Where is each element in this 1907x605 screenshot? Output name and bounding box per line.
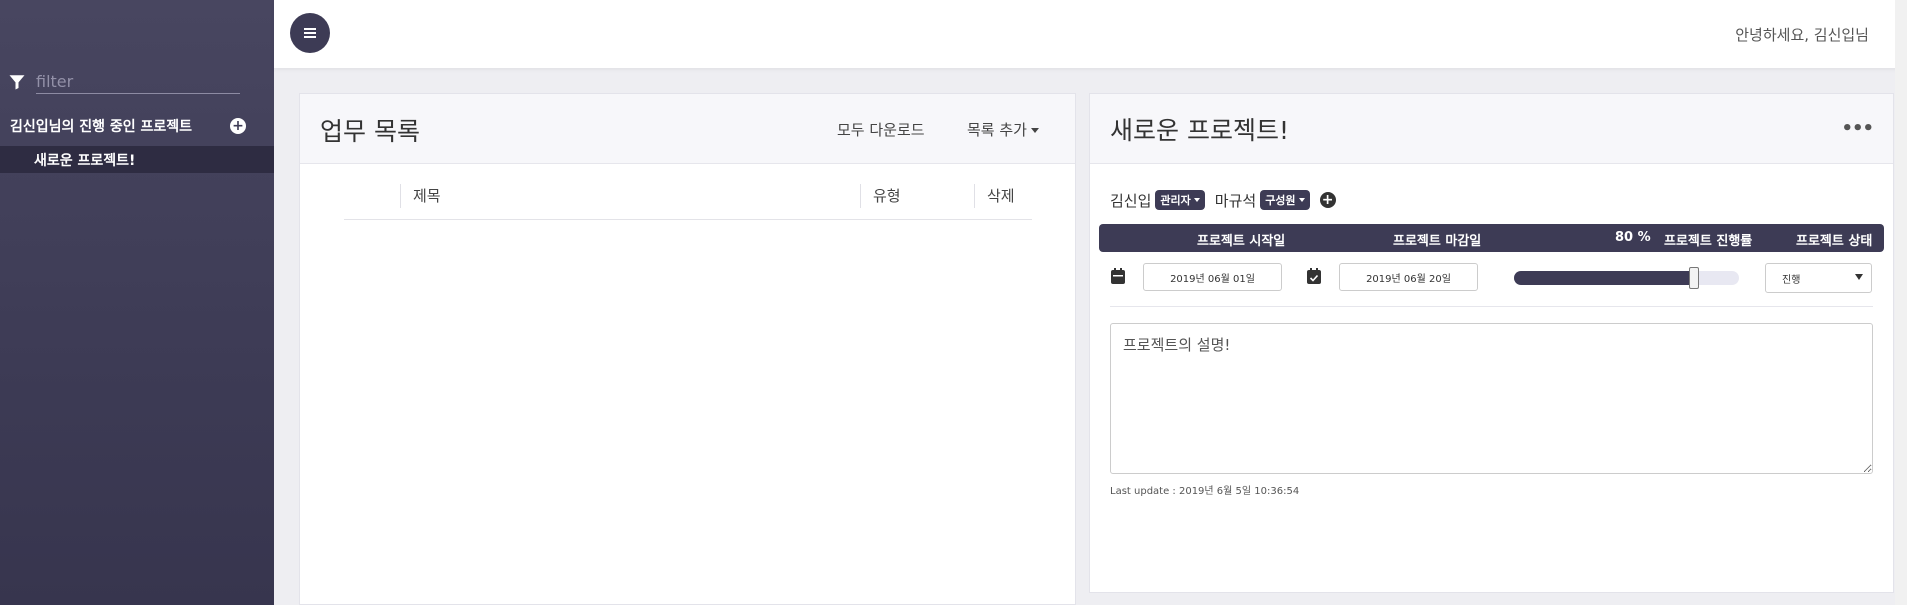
member-name: 마규석 <box>1214 191 1257 210</box>
end-date-header: 프로젝트 마감일 <box>1393 234 1482 249</box>
calendar-check-icon <box>1307 268 1321 284</box>
hamburger-icon <box>304 28 316 38</box>
progress-header: 프로젝트 진행률 <box>1664 234 1753 249</box>
column-header-delete[interactable]: 삭제 <box>974 184 1015 208</box>
member-role-dropdown[interactable]: 관리자 <box>1155 190 1205 210</box>
project-detail-header: 새로운 프로젝트! ••• <box>1090 94 1893 164</box>
download-all-button[interactable]: 모두 다운로드 <box>837 119 925 140</box>
last-update-text: Last update : 2019년 6월 5일 10:36:54 <box>1110 486 1300 497</box>
progress-slider[interactable] <box>1514 267 1739 289</box>
sidebar: 김신입님의 진행 중인 프로젝트 + 새로운 프로젝트! <box>0 0 274 605</box>
member-role-dropdown[interactable]: 구성원 <box>1260 190 1310 210</box>
project-info-row: 진행 <box>1110 260 1885 293</box>
project-section-header: 김신입님의 진행 중인 프로젝트 + <box>10 115 246 137</box>
member-name: 김신입 <box>1110 191 1152 210</box>
task-list-panel: 업무 목록 모두 다운로드 목록 추가 제목 유형 삭제 <box>299 93 1076 605</box>
filter-icon <box>9 75 25 90</box>
column-header-type[interactable]: 유형 <box>860 184 901 208</box>
more-horizontal-icon[interactable]: ••• <box>1841 118 1874 139</box>
project-info-header-bar: 프로젝트 시작일 프로젝트 마감일 80 % 프로젝트 진행률 프로젝트 상태 <box>1099 224 1884 252</box>
start-date-header: 프로젝트 시작일 <box>1197 234 1286 249</box>
project-section-title: 김신입님의 진행 중인 프로젝트 <box>10 119 193 135</box>
filter-input[interactable] <box>36 70 240 94</box>
start-date-input[interactable] <box>1143 263 1282 291</box>
task-list-title: 업무 목록 <box>320 117 420 146</box>
project-title: 새로운 프로젝트! <box>1110 116 1289 145</box>
sidebar-project-item[interactable]: 새로운 프로젝트! <box>0 146 274 173</box>
progress-value-header: 80 % <box>1615 230 1651 245</box>
progress-slider-handle[interactable] <box>1689 267 1699 289</box>
topbar: 안녕하세요, 김신입님 <box>274 0 1907 68</box>
page-scrollbar[interactable] <box>1895 0 1907 605</box>
role-label: 구성원 <box>1265 194 1296 207</box>
add-list-dropdown[interactable]: 목록 추가 <box>967 119 1039 140</box>
end-date-input[interactable] <box>1339 263 1478 291</box>
divider <box>1110 306 1873 307</box>
status-header: 프로젝트 상태 <box>1796 234 1873 249</box>
chevron-down-icon <box>1855 274 1863 280</box>
member-list: 김신입 관리자 마규석 구성원 + <box>1110 189 1336 211</box>
filter-row <box>8 70 240 94</box>
column-header-title[interactable]: 제목 <box>400 184 441 208</box>
chevron-down-icon <box>1030 128 1039 133</box>
add-member-icon[interactable]: + <box>1319 192 1336 208</box>
calendar-icon <box>1111 268 1125 284</box>
status-select[interactable]: 진행 <box>1765 263 1872 293</box>
add-list-label: 목록 추가 <box>967 121 1027 139</box>
project-detail-panel: 새로운 프로젝트! ••• 김신입 관리자 마규석 구성원 + 프로젝트 시작일… <box>1089 93 1894 593</box>
user-greeting: 안녕하세요, 김신입님 <box>1735 26 1869 44</box>
chevron-down-icon <box>1193 198 1200 202</box>
menu-toggle-button[interactable] <box>290 13 330 53</box>
role-label: 관리자 <box>1160 194 1191 207</box>
task-table-header: 제목 유형 삭제 <box>344 184 1032 220</box>
project-description-textarea[interactable]: 프로젝트의 설명! <box>1110 323 1873 474</box>
status-value: 진행 <box>1782 274 1801 286</box>
progress-fill <box>1514 271 1694 285</box>
chevron-down-icon <box>1298 198 1305 202</box>
add-project-icon[interactable]: + <box>230 118 246 134</box>
task-list-header: 업무 목록 모두 다운로드 목록 추가 <box>300 94 1075 164</box>
